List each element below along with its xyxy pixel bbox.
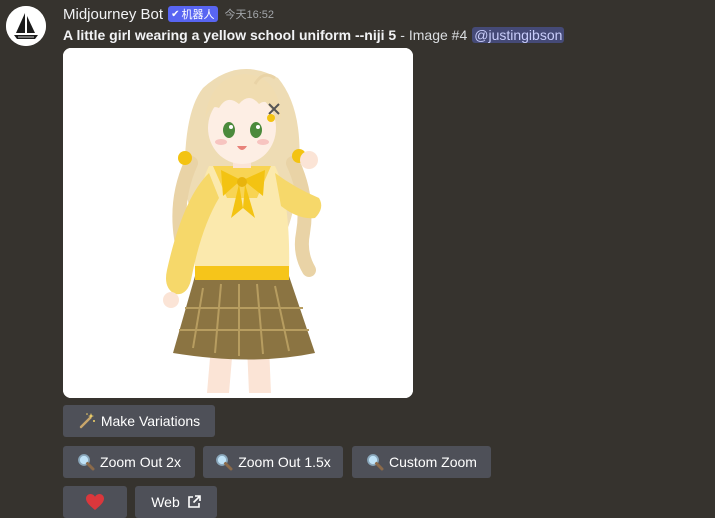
heart-icon: [85, 493, 105, 511]
anime-girl-illustration: [63, 48, 413, 398]
magnifier-icon: [77, 453, 95, 471]
custom-zoom-button[interactable]: Custom Zoom: [352, 446, 491, 478]
message-content: A little girl wearing a yellow school un…: [63, 25, 565, 45]
user-mention[interactable]: @justingibson: [472, 27, 565, 43]
zoom-out-2x-label: Zoom Out 2x: [100, 454, 181, 470]
magnifier-icon: [215, 453, 233, 471]
prompt-text: A little girl wearing a yellow school un…: [63, 27, 397, 43]
web-button[interactable]: Web: [135, 486, 217, 518]
custom-zoom-label: Custom Zoom: [389, 454, 477, 470]
zoom-out-1-5x-button[interactable]: Zoom Out 1.5x: [203, 446, 343, 478]
generated-image[interactable]: [63, 48, 413, 398]
message-header: Midjourney Bot ✔ 机器人 今天16:52: [63, 4, 274, 24]
sailboat-icon: [6, 6, 46, 46]
external-link-icon: [187, 495, 201, 509]
checkmark-icon: ✔: [171, 8, 180, 20]
bot-tag: ✔ 机器人: [168, 6, 219, 22]
separator: -: [400, 27, 405, 43]
timestamp: 今天16:52: [224, 9, 274, 21]
message: Midjourney Bot ✔ 机器人 今天16:52 A little gi…: [0, 0, 715, 518]
make-variations-button[interactable]: Make Variations: [63, 405, 215, 437]
bot-tag-label: 机器人: [181, 9, 215, 21]
favorite-button[interactable]: [63, 486, 127, 518]
magnifier-icon: [366, 453, 384, 471]
avatar[interactable]: [6, 6, 46, 46]
author-name[interactable]: Midjourney Bot: [63, 6, 163, 23]
zoom-out-1-5x-label: Zoom Out 1.5x: [238, 454, 331, 470]
magic-wand-icon: [78, 412, 96, 430]
make-variations-label: Make Variations: [100, 413, 201, 429]
web-label: Web: [151, 494, 180, 510]
zoom-out-2x-button[interactable]: Zoom Out 2x: [63, 446, 195, 478]
image-label: Image #4: [408, 27, 468, 43]
